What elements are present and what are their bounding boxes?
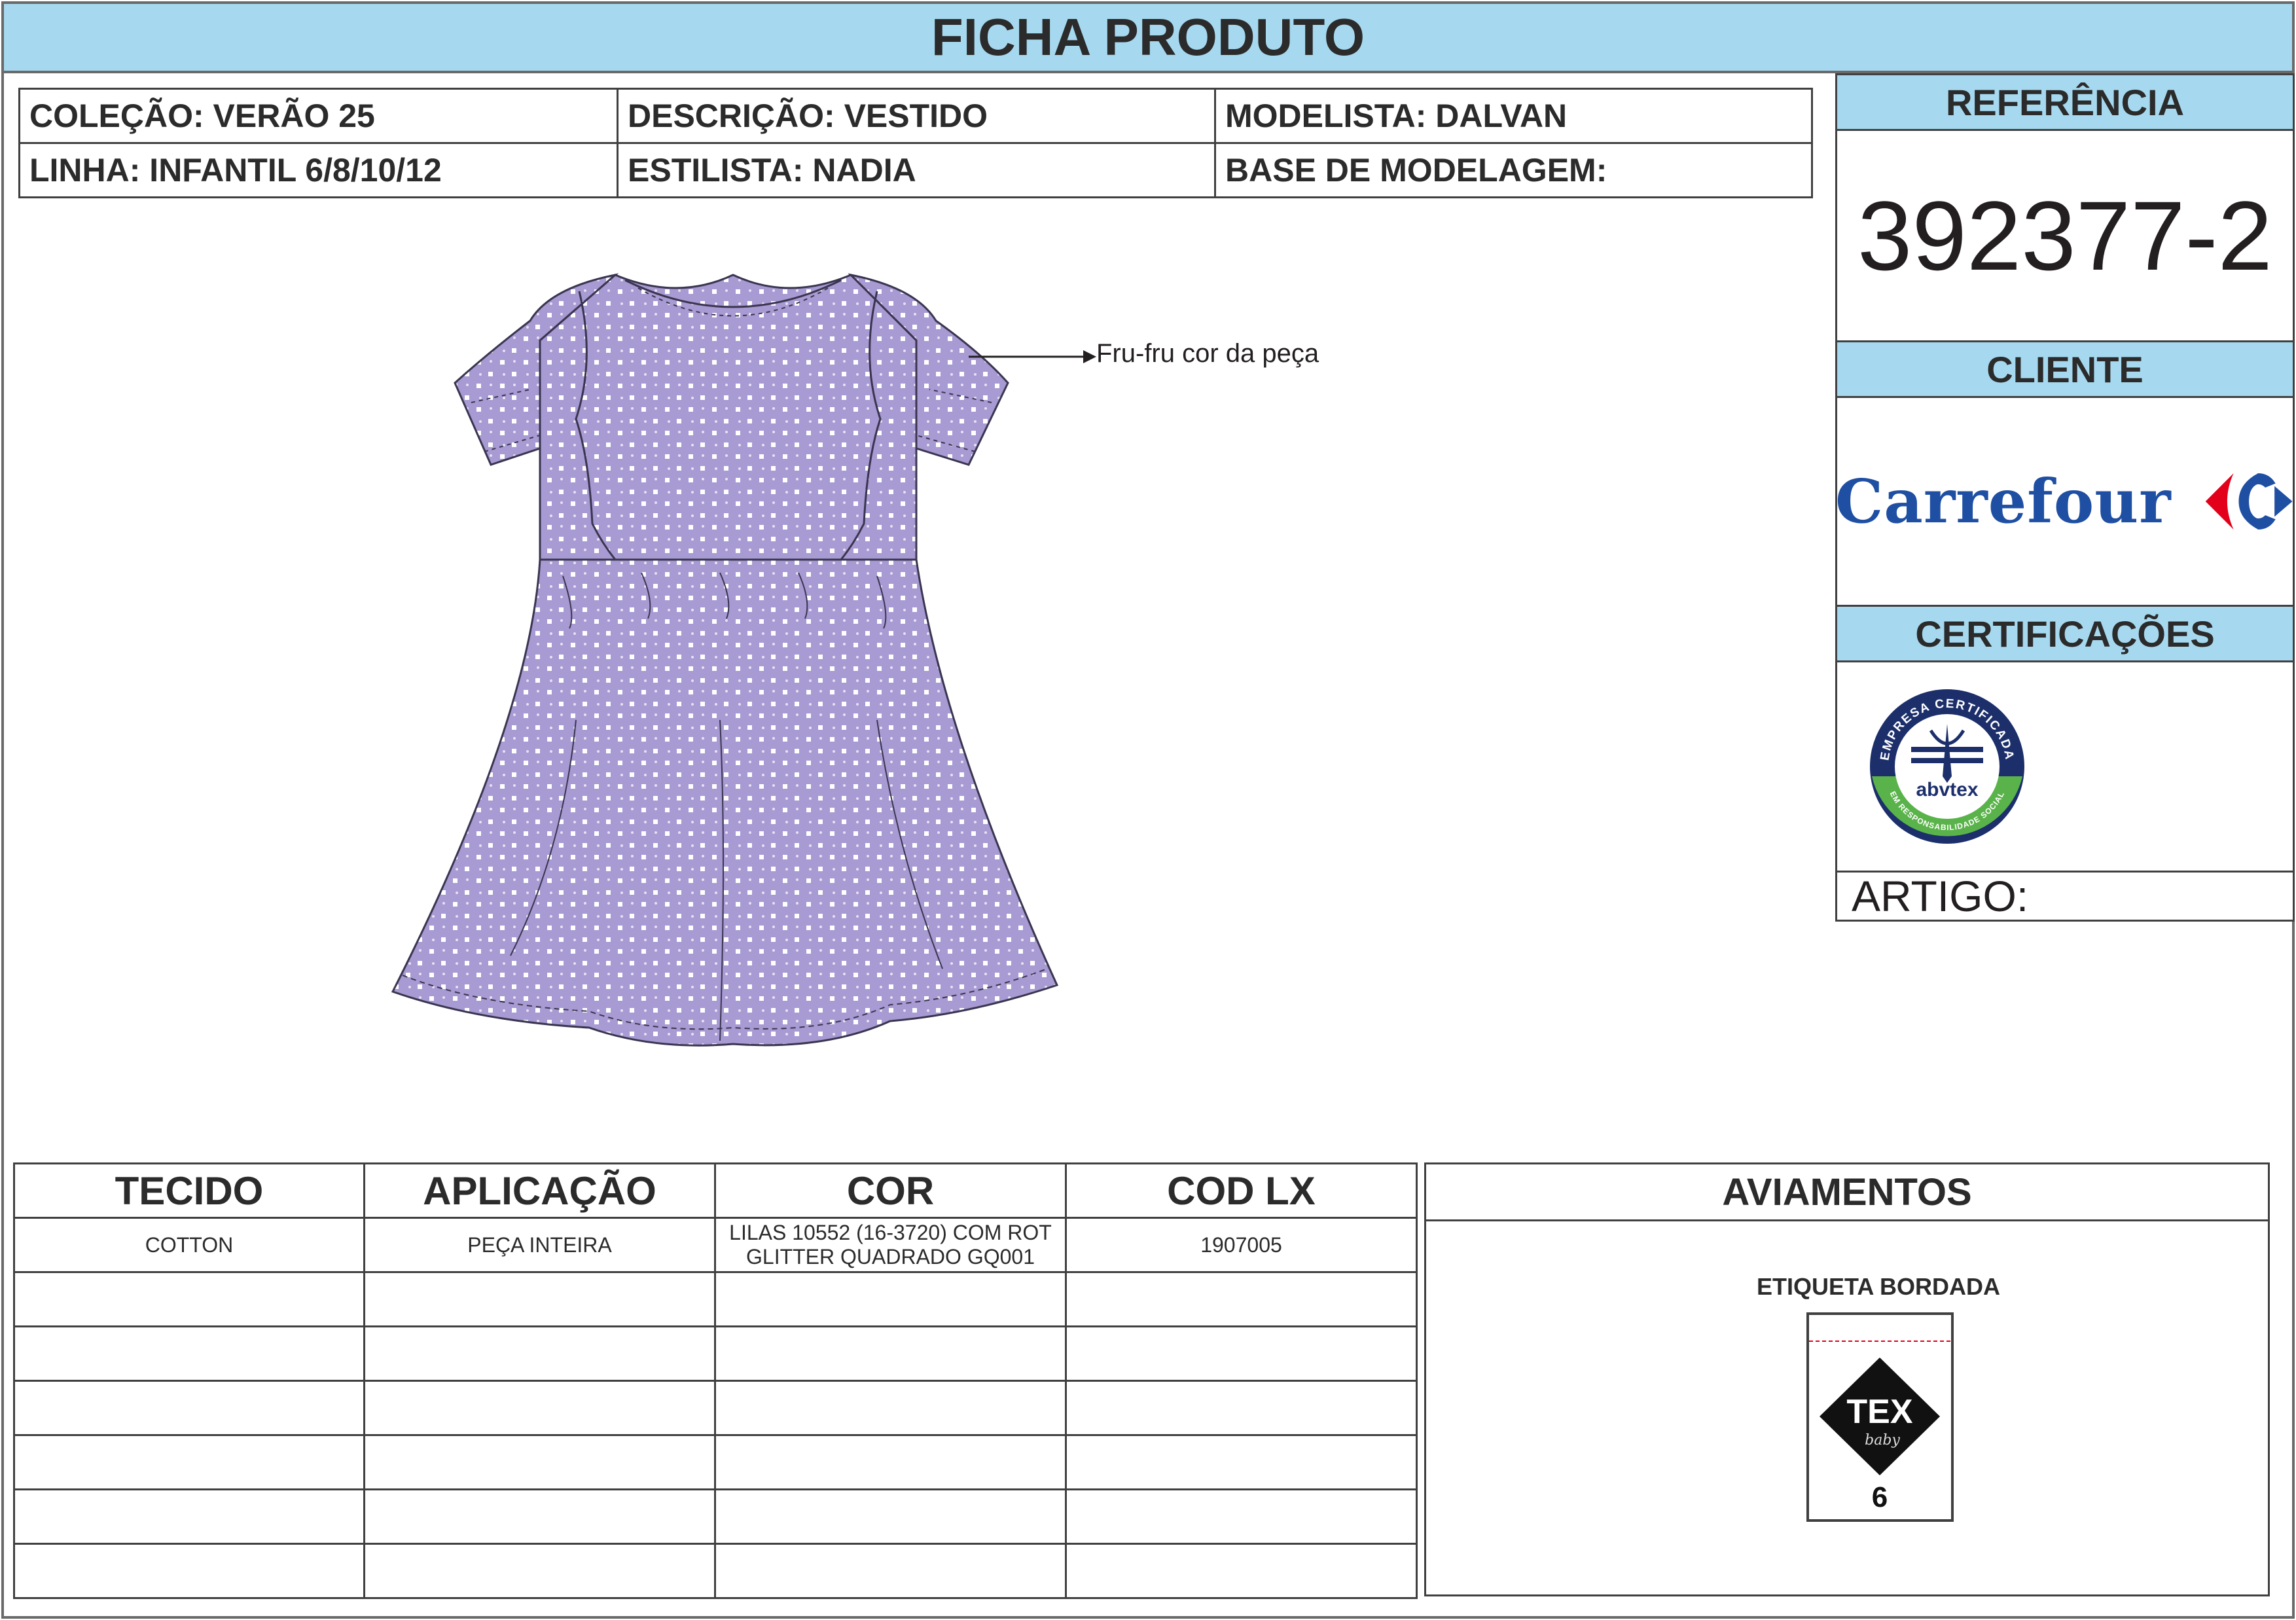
table-row-empty [13, 1271, 1418, 1327]
carrefour-wordmark: Carrefour [1835, 466, 2172, 537]
header-cor: COR [714, 1162, 1067, 1219]
colecao-field: COLEÇÃO: VERÃO 25 [18, 88, 619, 144]
table-row-empty [13, 1434, 1418, 1490]
table-row-empty [13, 1380, 1418, 1436]
etiqueta-bordada: TEX baby 6 [1806, 1312, 1954, 1522]
dress-skirt [391, 558, 1059, 1047]
abvtex-seal: abvtex EMPRESA CERTIFICADA EM RESPONSABI… [1865, 685, 2029, 848]
header-tecido: TECIDO [13, 1162, 365, 1219]
fru-fru-annotation: Fru-fru cor da peça [1096, 339, 1319, 368]
table-row-empty [13, 1325, 1418, 1382]
certificacoes-heading: CERTIFICAÇÕES [1835, 605, 2295, 662]
materials-table: TECIDO APLICAÇÃO COR COD LX COTTON PEÇA … [13, 1162, 1418, 1599]
artigo-field: ARTIGO: [1835, 871, 2295, 922]
table-row: COTTON PEÇA INTEIRA LILAS 10552 (16-3720… [13, 1217, 1418, 1273]
label-size: 6 [1872, 1481, 1888, 1513]
abvtex-brand: abvtex [1916, 779, 1978, 801]
aviamentos-heading: AVIAMENTOS [1426, 1164, 2268, 1221]
dress-sketch [391, 273, 1059, 1047]
etiqueta-label: ETIQUETA BORDADA [1757, 1273, 2000, 1300]
carrefour-icon [2205, 473, 2293, 530]
cliente-heading: CLIENTE [1835, 340, 2295, 398]
dress-bodice [539, 274, 918, 561]
modelista-field: MODELISTA: DALVAN [1214, 88, 1813, 144]
cell-cod-lx: 1907005 [1065, 1217, 1418, 1273]
referencia-value: 392377-2 [1857, 180, 2272, 291]
estilista-field: ESTILISTA: NADIA [617, 142, 1216, 198]
table-row-empty [13, 1488, 1418, 1545]
tex-baby-label-icon: TEX baby 6 [1809, 1341, 1951, 1513]
annotation-arrow-icon [969, 350, 1096, 363]
materials-header-row: TECIDO APLICAÇÃO COR COD LX [13, 1162, 1418, 1219]
cell-cor: LILAS 10552 (16-3720) COM ROT GLITTER QU… [714, 1217, 1067, 1273]
header-cod-lx: COD LX [1065, 1162, 1418, 1219]
base-modelagem-field: BASE DE MODELAGEM: [1214, 142, 1813, 198]
header-aplicacao: APLICAÇÃO [363, 1162, 716, 1219]
cell-aplicacao: PEÇA INTEIRA [363, 1217, 716, 1273]
cliente-logo: Carrefour [1835, 398, 2295, 605]
table-row-empty [13, 1543, 1418, 1599]
abvtex-seal-icon: abvtex EMPRESA CERTIFICADA EM RESPONSABI… [1870, 689, 2024, 844]
linha-field: LINHA: INFANTIL 6/8/10/12 [18, 142, 619, 198]
tex-sub: baby [1865, 1432, 1900, 1449]
descricao-field: DESCRIÇÃO: VESTIDO [617, 88, 1216, 144]
page-title: FICHA PRODUTO [1, 1, 2295, 73]
cell-tecido: COTTON [13, 1217, 365, 1273]
tex-brand: TEX [1846, 1393, 1912, 1431]
referencia-heading: REFERÊNCIA [1835, 73, 2295, 131]
